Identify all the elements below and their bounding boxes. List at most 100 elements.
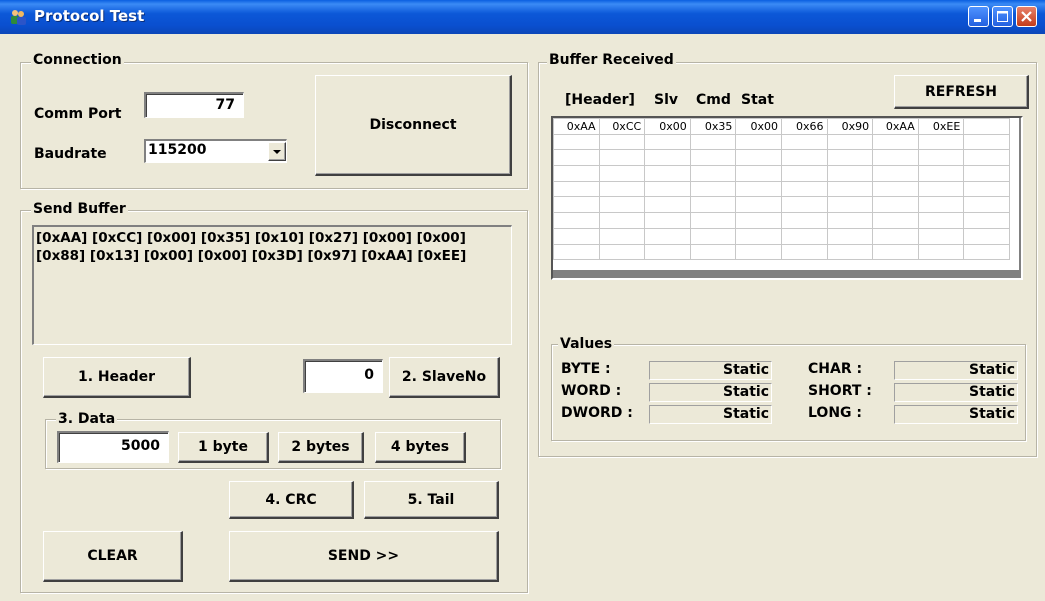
grid-cell[interactable] <box>644 149 691 167</box>
grid-cell[interactable] <box>780 212 828 229</box>
slave-number-input[interactable]: 0 <box>303 359 383 393</box>
send-button[interactable]: SEND >> <box>229 531 499 582</box>
clear-button[interactable]: CLEAR <box>43 531 183 582</box>
grid-cell[interactable] <box>644 180 691 198</box>
grid-cell[interactable] <box>689 165 737 182</box>
grid-cell[interactable] <box>780 165 828 182</box>
header-button[interactable]: 1. Header <box>43 357 191 398</box>
grid-cell[interactable] <box>644 165 691 182</box>
grid-cell[interactable]: 0x90 <box>826 118 874 135</box>
grid-cell[interactable] <box>598 165 646 182</box>
grid-cell[interactable] <box>553 133 600 151</box>
grid-cell[interactable] <box>963 180 1010 198</box>
grid-cell[interactable] <box>689 133 737 151</box>
grid-cell[interactable] <box>598 196 646 214</box>
grid-cell[interactable] <box>735 243 782 261</box>
grid-cell[interactable]: 0xEE <box>917 118 965 135</box>
grid-cell[interactable] <box>963 165 1010 182</box>
title-bar[interactable] <box>0 0 1045 34</box>
grid-cell[interactable] <box>963 149 1010 167</box>
grid-cell[interactable] <box>689 243 737 261</box>
close-button[interactable] <box>1016 6 1037 27</box>
baudrate-select[interactable]: 115200 <box>144 139 287 163</box>
grid-cell[interactable] <box>963 227 1010 245</box>
received-buffer-grid[interactable]: 0xAA 0xCC 0x00 0x35 0x00 0x66 0x90 0xAA 0xEE <box>551 116 1023 280</box>
refresh-button[interactable]: REFRESH <box>894 75 1029 109</box>
grid-cell[interactable] <box>780 196 828 214</box>
grid-cell[interactable] <box>917 133 965 151</box>
grid-cell[interactable] <box>735 212 782 229</box>
one-byte-button[interactable]: 1 byte <box>178 432 269 463</box>
grid-cell[interactable] <box>598 212 646 229</box>
grid-cell[interactable] <box>826 243 874 261</box>
grid-cell[interactable] <box>644 243 691 261</box>
grid-cell[interactable] <box>644 212 691 229</box>
grid-cell[interactable] <box>780 149 828 167</box>
grid-cell[interactable] <box>826 212 874 229</box>
grid-cell[interactable]: 0x35 <box>689 118 737 135</box>
crc-button[interactable]: 4. CRC <box>229 481 354 519</box>
grid-cell[interactable] <box>963 133 1010 151</box>
grid-cell[interactable] <box>780 243 828 261</box>
grid-cell[interactable] <box>689 212 737 229</box>
grid-cell[interactable] <box>689 227 737 245</box>
grid-cell[interactable] <box>735 149 782 167</box>
grid-cell[interactable] <box>644 133 691 151</box>
grid-cell[interactable] <box>553 212 600 229</box>
minimize-button[interactable] <box>968 6 989 27</box>
grid-cell[interactable] <box>689 180 737 198</box>
grid-cell[interactable] <box>553 180 600 198</box>
grid-cell[interactable] <box>917 196 965 214</box>
grid-cell[interactable] <box>826 133 874 151</box>
maximize-button[interactable] <box>992 6 1013 27</box>
grid-cell[interactable] <box>917 149 965 167</box>
grid-cell[interactable] <box>872 196 919 214</box>
grid-cell[interactable] <box>598 227 646 245</box>
slave-number-button[interactable]: 2. SlaveNo <box>389 357 500 398</box>
grid-cell[interactable] <box>598 149 646 167</box>
grid-cell[interactable] <box>872 243 919 261</box>
grid-cell[interactable] <box>553 243 600 261</box>
grid-cell[interactable] <box>598 133 646 151</box>
grid-cell[interactable] <box>826 196 874 214</box>
grid-cell[interactable] <box>872 180 919 198</box>
grid-cell[interactable] <box>735 165 782 182</box>
grid-cell[interactable]: 0x00 <box>735 118 782 135</box>
grid-cell[interactable] <box>963 243 1010 261</box>
grid-cell[interactable] <box>735 133 782 151</box>
grid-cell[interactable] <box>872 227 919 245</box>
grid-cell[interactable] <box>917 212 965 229</box>
grid-cell[interactable] <box>689 196 737 214</box>
two-bytes-button[interactable]: 2 bytes <box>278 432 364 463</box>
grid-cell[interactable]: 0xAA <box>872 118 919 135</box>
grid-cell[interactable] <box>553 149 600 167</box>
grid-cell[interactable] <box>780 227 828 245</box>
grid-cell[interactable] <box>735 180 782 198</box>
grid-cell[interactable] <box>780 180 828 198</box>
grid-cell[interactable]: 0x00 <box>644 118 691 135</box>
grid-cell[interactable] <box>553 165 600 182</box>
grid-cell[interactable] <box>917 165 965 182</box>
grid-cell[interactable] <box>553 227 600 245</box>
grid-cell[interactable] <box>644 196 691 214</box>
grid-cell[interactable] <box>780 133 828 151</box>
grid-cell[interactable] <box>735 196 782 214</box>
grid-cell[interactable] <box>553 196 600 214</box>
data-value-input[interactable]: 5000 <box>57 431 169 463</box>
grid-cell[interactable] <box>735 227 782 245</box>
grid-cell[interactable] <box>963 212 1010 229</box>
grid-cell[interactable] <box>872 212 919 229</box>
grid-cell[interactable] <box>826 227 874 245</box>
grid-cell[interactable] <box>917 243 965 261</box>
baudrate-dropdown-button[interactable] <box>268 142 286 161</box>
grid-cell[interactable] <box>917 227 965 245</box>
grid-cell[interactable] <box>826 149 874 167</box>
grid-cell[interactable] <box>644 227 691 245</box>
tail-button[interactable]: 5. Tail <box>364 481 499 519</box>
four-bytes-button[interactable]: 4 bytes <box>375 432 466 463</box>
grid-cell[interactable] <box>872 165 919 182</box>
grid-cell[interactable] <box>826 165 874 182</box>
grid-cell[interactable] <box>963 118 1010 135</box>
grid-cell[interactable]: 0x66 <box>780 118 828 135</box>
send-buffer-textarea[interactable]: [0xAA] [0xCC] [0x00] [0x35] [0x10] [0x27… <box>32 225 512 345</box>
